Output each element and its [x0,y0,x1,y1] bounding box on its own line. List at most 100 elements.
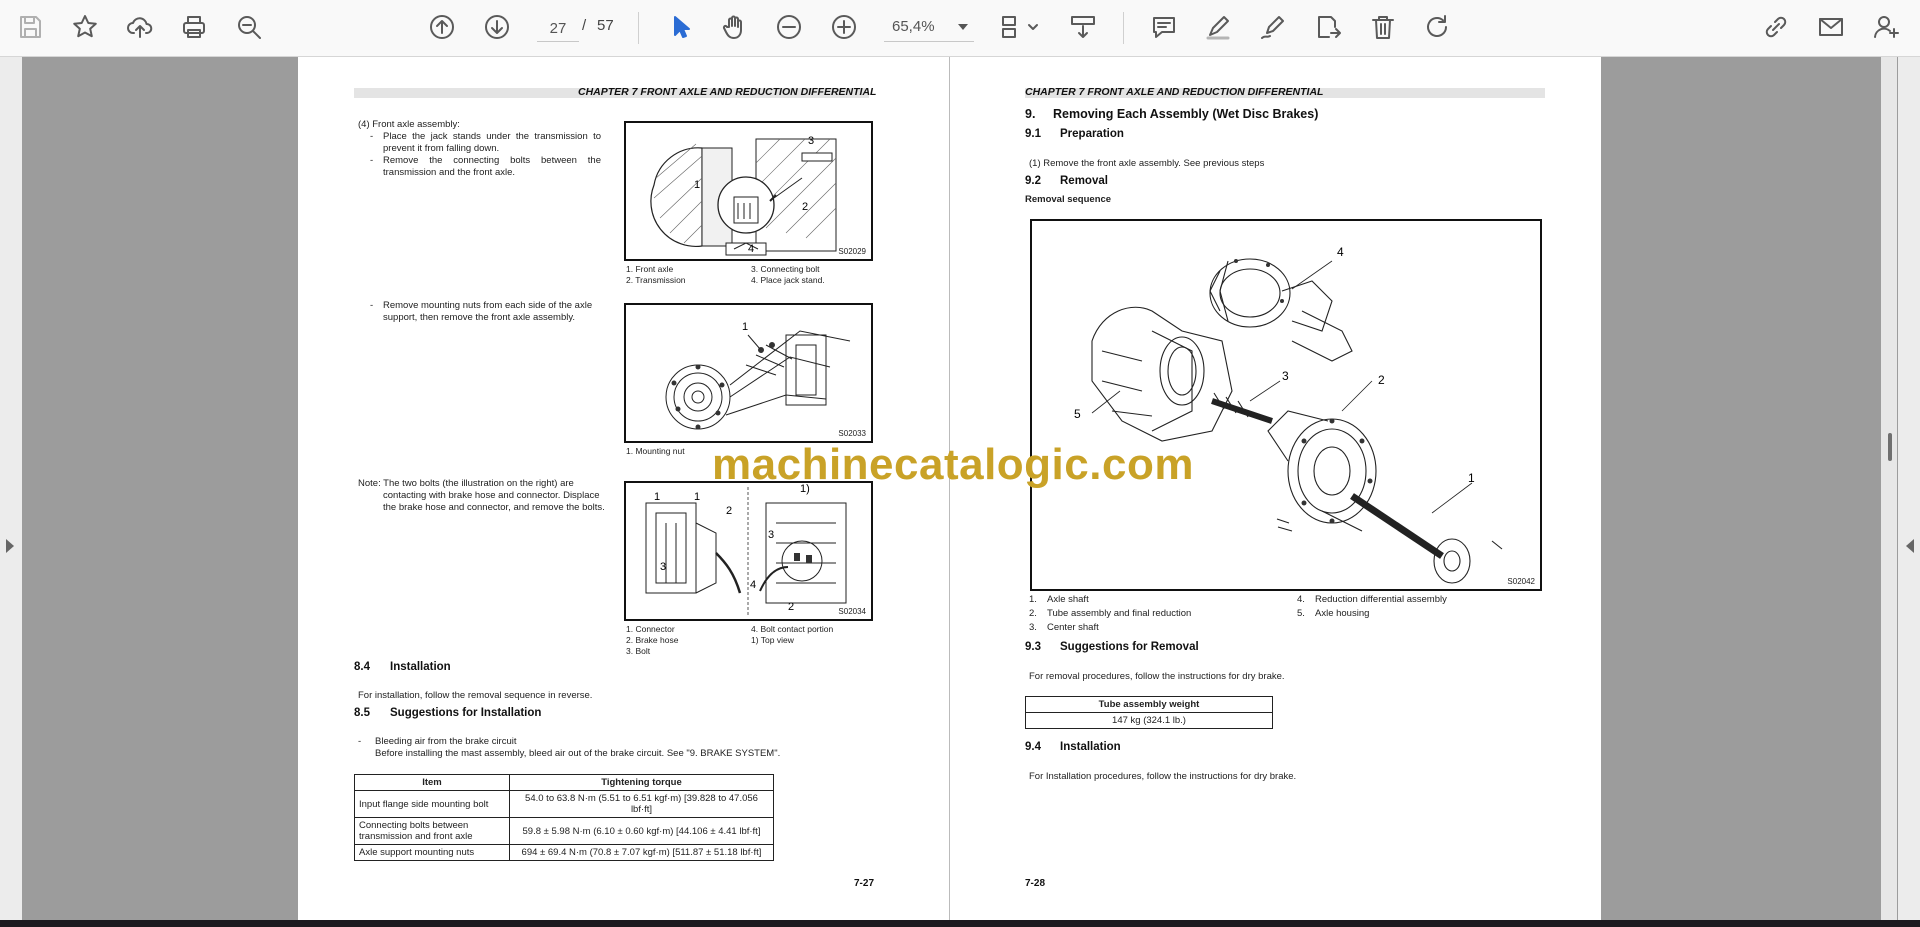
weight-value: 147 kg (324.1 lb.) [1025,712,1273,729]
legend-item: Tube assembly and final reduction [1047,608,1192,619]
section-9-3-number: 9.3 [1025,641,1041,653]
fig3-label: 1 [694,491,701,503]
section-8-5-bullet: Bleeding air from the brake circuit [375,736,517,747]
zoom-marquee-icon[interactable] [232,10,266,44]
fig2-caption: 1. Mounting nut [626,446,685,456]
figure-mounting-nut: 1 S02033 [624,303,873,443]
zoom-select[interactable]: 65,4% [884,15,974,42]
download-icon[interactable] [1066,10,1100,44]
step4-bullet1-line2: prevent it from falling down. [383,143,500,154]
note-line3: the brake hose and connector, and remove… [383,502,605,513]
upload-cloud-icon[interactable] [123,10,157,44]
removal-sequence-label: Removal sequence [1025,194,1112,205]
vertical-scrollbar[interactable] [1881,57,1897,920]
step4-bullet2-line2: transmission and the front axle. [383,167,516,178]
table-cell: Connecting bolts between transmission an… [354,817,510,845]
table-header-item: Item [354,774,510,791]
save-icon[interactable] [13,10,47,44]
figure-exploded-axle: 4 3 2 5 1 S02042 [1030,219,1542,591]
section-9-4-number: 9.4 [1025,741,1041,753]
section-9-2-number: 9.2 [1025,175,1041,187]
fig-label-5: 5 [1074,407,1081,421]
section-9-number: 9. [1025,107,1036,121]
page-separator: / [582,17,587,34]
legend-number: 3. [1029,622,1037,633]
bookmark-star-icon[interactable] [68,10,102,44]
page-display-icon[interactable] [996,10,1042,44]
figure-code: S02029 [838,247,866,256]
page-number-input[interactable] [537,15,579,42]
bullet-dash: - [370,131,374,142]
expand-left-icon [1906,539,1914,553]
left-panel-toggle[interactable] [0,57,22,920]
send-file-icon[interactable] [1311,10,1345,44]
fig-label-3: 3 [1282,369,1289,383]
select-cursor-icon[interactable] [663,10,697,44]
toolbar: / 57 65,4% [0,0,1920,57]
delete-icon[interactable] [1366,10,1400,44]
table-header-torque: Tightening torque [509,774,774,791]
print-icon[interactable] [177,10,211,44]
highlight-pen-icon[interactable] [1201,10,1235,44]
fig1-label-2: 2 [802,201,809,213]
zoom-out-icon[interactable] [772,10,806,44]
section-8-4-title: Installation [390,661,451,673]
fig2-label-1: 1 [742,321,749,333]
figure-code: S02042 [1507,577,1535,586]
bullet-dash: - [358,736,362,747]
fig1-caption-item: 3. Connecting bolt [751,264,820,274]
table-cell: 59.8 ± 5.98 N·m (6.10 ± 0.60 kgf·m) [44.… [509,817,774,845]
step4-bullet1-line1: Place the jack stands under the transmis… [383,131,601,142]
fig1-label-4: 4 [748,243,755,255]
step4-bullet2-line1: Remove the connecting bolts between the [383,155,601,166]
email-icon[interactable] [1814,10,1848,44]
section-8-4-number: 8.4 [354,661,370,673]
legend-number: 4. [1297,594,1305,605]
legend-number: 5. [1297,608,1305,619]
fig3-caption-item: 3. Bolt [626,646,651,656]
page-header: CHAPTER 7 FRONT AXLE AND REDUCTION DIFFE… [1025,86,1324,98]
figure-front-axle-transmission: 1 2 3 4 S02029 [624,121,873,261]
legend-number: 2. [1029,608,1037,619]
bullet-dash: - [370,155,374,166]
page-header: CHAPTER 7 FRONT AXLE AND REDUCTION DIFFE… [578,86,877,98]
expand-right-icon [6,539,14,553]
figure-bolts-brake-hose: 1 2 3 1 1) 3 4 2 S02034 [624,481,873,621]
legend-item: Axle housing [1315,608,1370,619]
step4-title: (4) Front axle assembly: [358,119,460,130]
section-9-1-title: Preparation [1060,128,1124,140]
scrollbar-thumb[interactable] [1888,433,1892,461]
user-add-icon[interactable] [1869,10,1903,44]
section-8-5-title: Suggestions for Installation [390,707,542,719]
note-line1: Note: The two bolts (the illustration on… [358,478,574,489]
fig3-label: 2 [788,601,795,613]
section-8-4-text: For installation, follow the removal seq… [358,690,593,701]
section-9-4-text: For Installation procedures, follow the … [1029,771,1297,782]
section-9-2-title: Removal [1060,175,1108,187]
section-9-3-title: Suggestions for Removal [1060,641,1199,653]
right-panel-toggle[interactable] [1898,57,1920,920]
sign-icon[interactable] [1256,10,1290,44]
table-cell: Axle support mounting nuts [354,844,510,861]
tube-weight-table: Tube assembly weight 147 kg (324.1 lb.) [1025,696,1273,729]
zoom-in-icon[interactable] [827,10,861,44]
table-row: Axle support mounting nuts 694 ± 69.4 N·… [354,844,774,861]
watermark: machinecatalogic.com [712,440,1194,489]
fig3-caption-item: 1) Top view [751,635,794,645]
previous-page-icon[interactable] [425,10,459,44]
rotate-icon[interactable] [1421,10,1455,44]
fig3-caption-item: 2. Brake hose [626,635,679,645]
table-row: Connecting bolts between transmission an… [354,817,774,845]
comment-icon[interactable] [1147,10,1181,44]
fig1-label-1: 1 [694,179,701,191]
page-number: 7-27 [854,878,875,889]
share-link-icon[interactable] [1759,10,1793,44]
table-cell: Input flange side mounting bolt [354,790,510,818]
section-9-1-number: 9.1 [1025,128,1041,140]
zoom-value: 65,4% [892,18,935,35]
figure-code: S02033 [838,429,866,438]
next-page-icon[interactable] [480,10,514,44]
section-8-5-number: 8.5 [354,707,370,719]
legend-number: 1. [1029,594,1037,605]
hand-icon[interactable] [717,10,751,44]
